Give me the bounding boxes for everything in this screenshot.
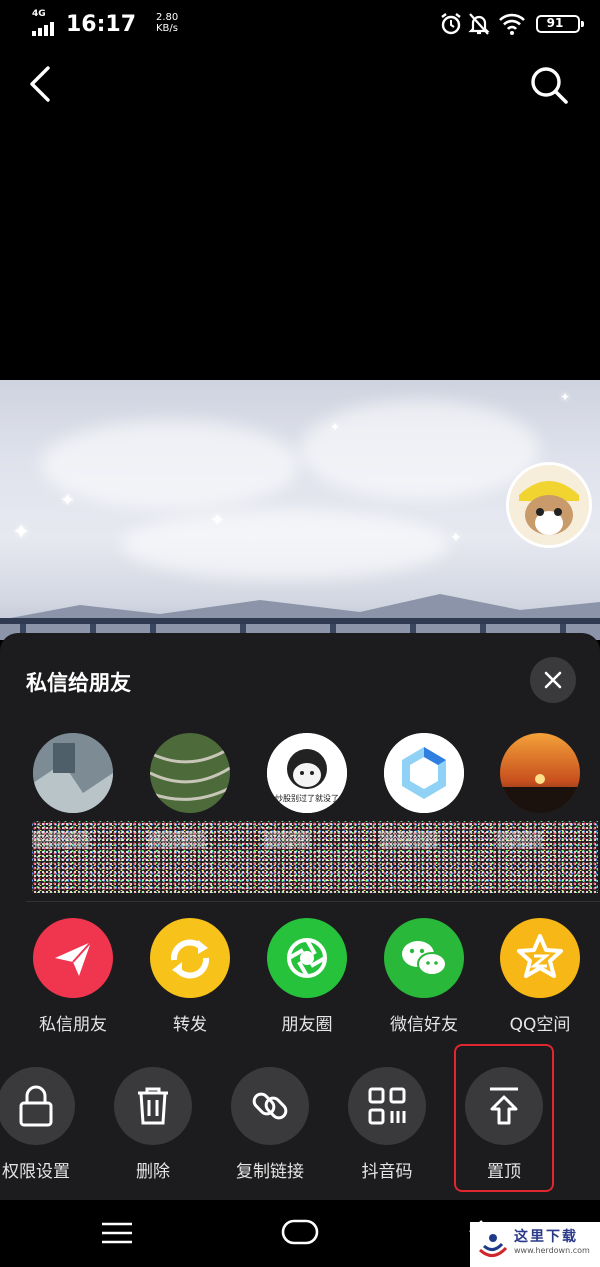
- friend-names-obscured: ▒▒▒▒▒ ▒▒▒▒▒ ▒▒▒▒ ▒▒▒▒▒ ▒▒▒▒: [32, 821, 598, 893]
- paper-plane-icon: [33, 918, 113, 998]
- mute-bell-icon: [468, 13, 490, 35]
- chevron-left-icon: [30, 66, 50, 102]
- moments-icon: [267, 918, 347, 998]
- watermark-logo-icon: [478, 1234, 508, 1257]
- bridge-landscape: [0, 594, 600, 640]
- watermark-url: www.herdown.com: [514, 1246, 590, 1255]
- wifi-icon: [499, 13, 525, 35]
- speed-value: 2.80: [156, 12, 179, 23]
- network-type: 4G: [32, 9, 46, 19]
- watermark-text: 这里下载: [514, 1229, 578, 1245]
- friend-avatar-caption: 炒股别过了就没了: [275, 794, 339, 803]
- friend-avatar-2[interactable]: [150, 733, 230, 813]
- highlight-box: [454, 1044, 554, 1192]
- home-icon[interactable]: [280, 1218, 320, 1246]
- sheet-title: 私信给朋友: [26, 671, 131, 695]
- friend-avatar-5[interactable]: [500, 733, 580, 813]
- tool-delete[interactable]: 删除: [103, 1067, 203, 1182]
- wechat-icon: [384, 918, 464, 998]
- tool-label: 权限设置: [2, 1162, 70, 1182]
- qr-code-icon: [348, 1067, 426, 1145]
- back-button[interactable]: [22, 62, 62, 106]
- share-qzone[interactable]: QQ空间: [490, 918, 590, 1035]
- tool-label: 删除: [136, 1162, 170, 1182]
- close-button[interactable]: [530, 657, 576, 703]
- divider: [26, 901, 600, 902]
- share-moments[interactable]: 朋友圈: [257, 918, 357, 1035]
- share-wechat[interactable]: 微信好友: [374, 918, 474, 1035]
- share-repost[interactable]: 转发: [140, 918, 240, 1035]
- share-label: 朋友圈: [281, 1015, 333, 1035]
- tool-douyin-code[interactable]: 抖音码: [337, 1067, 437, 1182]
- speed-unit: KB/s: [156, 23, 178, 34]
- friend-avatar-3[interactable]: 炒股别过了就没了: [267, 733, 347, 813]
- repost-icon: [150, 918, 230, 998]
- share-label: 微信好友: [390, 1015, 458, 1035]
- status-right: 91: [440, 12, 584, 38]
- site-watermark: 这里下载 www.herdown.com: [470, 1222, 600, 1267]
- search-icon: [531, 67, 568, 104]
- menu-icon[interactable]: [100, 1220, 134, 1246]
- tool-copy-link[interactable]: 复制链接: [220, 1067, 320, 1182]
- search-button[interactable]: [524, 62, 574, 108]
- share-label: QQ空间: [509, 1015, 571, 1035]
- author-avatar[interactable]: [506, 462, 592, 548]
- battery-level: 91: [546, 16, 564, 30]
- share-label: 转发: [173, 1015, 207, 1035]
- status-bar: 4G 16:17 2.80 KB/s 91: [0, 0, 600, 48]
- share-label: 私信朋友: [39, 1015, 107, 1035]
- lock-icon: [0, 1067, 75, 1145]
- share-private-message[interactable]: 私信朋友: [23, 918, 123, 1035]
- close-icon: [544, 671, 562, 689]
- battery-icon: 91: [536, 15, 584, 33]
- tool-permissions[interactable]: 权限设置: [0, 1067, 86, 1182]
- status-time: 16:17: [66, 12, 137, 37]
- link-icon: [231, 1067, 309, 1145]
- friend-avatar-1[interactable]: [33, 733, 113, 813]
- cat-avatar-image: [509, 465, 589, 545]
- alarm-icon: [441, 13, 461, 35]
- qzone-star-icon: [500, 918, 580, 998]
- tool-label: 抖音码: [361, 1162, 413, 1182]
- trash-icon: [114, 1067, 192, 1145]
- tool-label: 复制链接: [236, 1162, 304, 1182]
- signal-icon: [32, 22, 54, 36]
- friend-avatar-4[interactable]: [384, 733, 464, 813]
- network-speed: 2.80 KB/s: [156, 12, 178, 34]
